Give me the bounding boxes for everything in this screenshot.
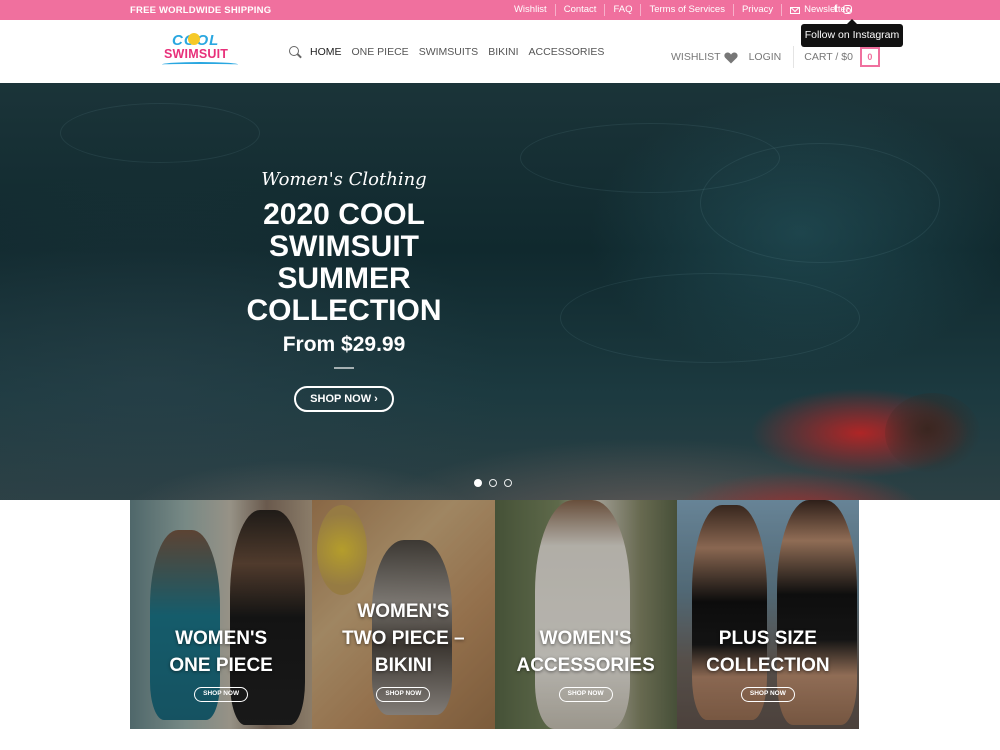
category-shop-now-button[interactable]: SHOP NOW: [194, 687, 249, 702]
top-link-terms[interactable]: Terms of Services: [640, 4, 733, 16]
top-link-privacy[interactable]: Privacy: [732, 4, 781, 16]
category-plus-size[interactable]: PLUS SIZE COLLECTION SHOP NOW: [676, 500, 859, 729]
instagram-icon[interactable]: [843, 5, 853, 14]
top-link-faq[interactable]: FAQ: [604, 4, 640, 16]
slider-dot-1[interactable]: [474, 479, 482, 487]
cart-count-badge[interactable]: 0: [859, 47, 880, 67]
category-grid: WOMEN'S ONE PIECE SHOP NOW WOMEN'S TWO P…: [130, 500, 859, 729]
category-one-piece[interactable]: WOMEN'S ONE PIECE SHOP NOW: [130, 500, 313, 729]
instagram-tooltip: Follow on Instagram: [801, 19, 903, 47]
hero-shop-now-button[interactable]: SHOP NOW ›: [294, 386, 394, 412]
login-link[interactable]: LOGIN: [749, 51, 782, 63]
cart-link[interactable]: CART / $0: [804, 51, 853, 63]
logo-text-bottom: SWIMSUIT: [164, 47, 229, 61]
swimmer-hair-image: [885, 393, 980, 473]
slider-dot-3[interactable]: [504, 479, 512, 487]
site-logo[interactable]: COOL SWIMSUIT: [162, 32, 240, 70]
category-accessories[interactable]: WOMEN'S ACCESSORIES SHOP NOW: [494, 500, 677, 729]
envelope-icon: [790, 6, 801, 14]
category-title: WOMEN'S ONE PIECE: [169, 628, 273, 676]
water-ripple: [60, 103, 260, 163]
sun-icon: [188, 33, 200, 45]
wave-icon: [162, 62, 238, 67]
top-link-contact[interactable]: Contact: [554, 4, 605, 16]
hero-subtitle: Women's Clothing: [261, 169, 427, 190]
nav-item-one-piece[interactable]: ONE PIECE: [352, 46, 409, 58]
top-nav: Wishlist Contact FAQ Terms of Services P…: [506, 4, 857, 16]
slider-dot-2[interactable]: [489, 479, 497, 487]
water-ripple: [700, 143, 940, 263]
top-bar: FREE WORLDWIDE SHIPPING Wishlist Contact…: [0, 0, 1000, 20]
slider-dots: [474, 479, 512, 487]
heart-icon[interactable]: [723, 52, 738, 63]
social-links: f: [834, 4, 853, 15]
water-ripple: [560, 273, 860, 363]
category-shop-now-button[interactable]: SHOP NOW: [740, 687, 795, 702]
top-link-wishlist[interactable]: Wishlist: [506, 4, 555, 16]
shipping-notice: FREE WORLDWIDE SHIPPING: [130, 5, 272, 16]
nav-item-accessories[interactable]: ACCESSORIES: [529, 46, 605, 58]
nav-item-bikini[interactable]: BIKINI: [488, 46, 518, 58]
search-icon[interactable]: [289, 46, 299, 56]
hero-price: From $29.99: [282, 333, 406, 356]
category-two-piece-bikini[interactable]: WOMEN'S TWO PIECE – BIKINI SHOP NOW: [312, 500, 495, 729]
wishlist-link[interactable]: WISHLIST: [671, 51, 721, 63]
category-shop-now-button[interactable]: SHOP NOW: [558, 687, 613, 702]
main-nav: HOME ONE PIECE SWIMSUITS BIKINI ACCESSOR…: [310, 46, 604, 58]
category-title: WOMEN'S TWO PIECE – BIKINI: [342, 601, 465, 676]
hero-title: 2020 COOL SWIMSUIT SUMMER COLLECTION: [246, 198, 442, 327]
category-title: PLUS SIZE COLLECTION: [706, 628, 830, 676]
account-nav: WISHLIST LOGIN CART / $0 0: [671, 46, 880, 68]
facebook-icon[interactable]: f: [834, 4, 837, 15]
nav-divider: [793, 46, 795, 68]
hero-banner: Women's Clothing 2020 COOL SWIMSUIT SUMM…: [0, 83, 1000, 500]
nav-item-home[interactable]: HOME: [310, 46, 342, 58]
category-shop-now-button[interactable]: SHOP NOW: [376, 687, 431, 702]
category-title: WOMEN'S ACCESSORIES: [516, 628, 655, 676]
nav-item-swimsuits[interactable]: SWIMSUITS: [419, 46, 479, 58]
hero-divider: [334, 367, 354, 369]
